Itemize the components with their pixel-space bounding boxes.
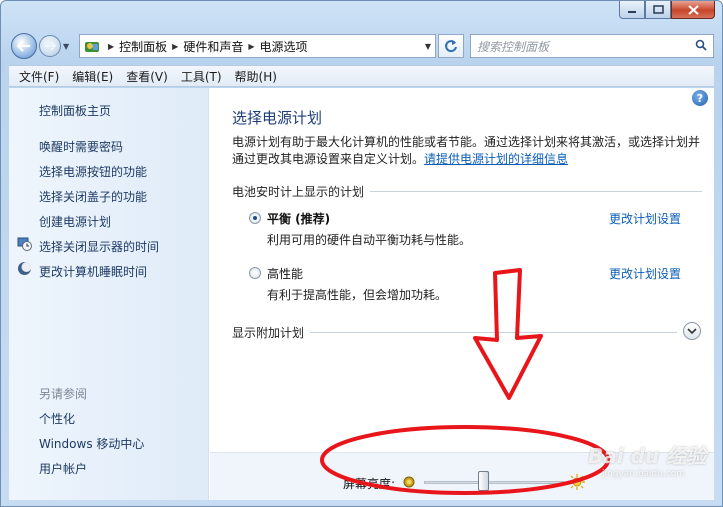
- caption-buttons: [619, 1, 715, 19]
- brightness-slider-track[interactable]: [424, 481, 564, 484]
- history-dropdown[interactable]: ▼: [63, 42, 75, 51]
- more-plans-divider: [310, 331, 677, 333]
- plan-high-performance-name[interactable]: 高性能: [267, 265, 303, 282]
- content-area: 控制面板主页 唤醒时需要密码 选择电源按钮的功能 选择关闭盖子的功能 创建电源计…: [9, 88, 714, 500]
- breadcrumb-hardware-sound[interactable]: 硬件和声音: [183, 38, 243, 55]
- page-description: 电源计划有助于最大化计算机的性能或者节能。通过选择计划来将其激活，或选择计划并通…: [232, 134, 707, 168]
- moon-icon: [18, 262, 32, 275]
- close-icon: [687, 4, 699, 15]
- expand-more-plans-button[interactable]: [683, 322, 701, 340]
- forward-button[interactable]: [39, 35, 61, 57]
- dim-sun-icon: [403, 476, 415, 488]
- plan-balanced-name[interactable]: 平衡 (推荐): [267, 210, 330, 227]
- monitor-clock-icon: [17, 237, 32, 251]
- minimize-button[interactable]: [619, 1, 645, 19]
- plan-balanced-desc: 利用可用的硬件自动平衡功耗与性能。: [267, 233, 472, 247]
- breadcrumb-separator[interactable]: ▶: [172, 42, 178, 51]
- section-divider: [370, 190, 702, 192]
- plans-section-label: 电池安时计上显示的计划: [232, 184, 365, 199]
- chevron-down-icon: [687, 327, 697, 334]
- menu-tools[interactable]: 工具(T): [174, 68, 228, 85]
- sidebar-item-close-lid[interactable]: 选择关闭盖子的功能: [39, 188, 147, 205]
- refresh-icon: [445, 40, 457, 53]
- plan-balanced-change-link[interactable]: 更改计划设置: [609, 210, 681, 227]
- plans-section-header: 电池安时计上显示的计划: [232, 183, 702, 199]
- brightness-label: 屏幕亮度:: [343, 477, 396, 491]
- sidebar-item-power-button[interactable]: 选择电源按钮的功能: [39, 163, 147, 180]
- window-frame: ▼ ▶ 控制面板 ▶ 硬件和声音 ▶ 电源选项 ▼ 搜索控制面板 文件(F) 编…: [0, 0, 723, 507]
- plan-details-link[interactable]: 请提供电源计划的详细信息: [424, 152, 568, 166]
- task-sidebar: 控制面板主页 唤醒时需要密码 选择电源按钮的功能 选择关闭盖子的功能 创建电源计…: [9, 88, 209, 500]
- menu-help[interactable]: 帮助(H): [228, 68, 283, 85]
- sidebar-item-create-plan[interactable]: 创建电源计划: [39, 213, 111, 230]
- plan-high-performance-change-link[interactable]: 更改计划设置: [609, 265, 681, 282]
- search-icon[interactable]: [695, 39, 707, 51]
- forward-arrow-icon: [45, 41, 56, 51]
- help-icon[interactable]: ?: [692, 90, 708, 106]
- main-panel: ? 选择电源计划 电源计划有助于最大化计算机的性能或者节能。通过选择计划来将其激…: [210, 88, 714, 500]
- breadcrumb-separator[interactable]: ▶: [248, 42, 254, 51]
- page-title: 选择电源计划: [232, 109, 323, 127]
- breadcrumb-control-panel[interactable]: 控制面板: [119, 38, 167, 55]
- more-plans-label[interactable]: 显示附加计划: [232, 324, 310, 341]
- brightness-bar: 屏幕亮度:: [210, 452, 714, 500]
- sidebar-control-panel-home[interactable]: 控制面板主页: [39, 102, 111, 119]
- navigation-bar: ▼ ▶ 控制面板 ▶ 硬件和声音 ▶ 电源选项 ▼ 搜索控制面板: [11, 31, 714, 61]
- plan-high-performance-radio[interactable]: [249, 267, 261, 279]
- address-dropdown-icon[interactable]: ▼: [425, 42, 431, 51]
- control-panel-icon: [85, 42, 99, 52]
- search-placeholder: 搜索控制面板: [477, 39, 550, 54]
- back-button[interactable]: [11, 33, 37, 59]
- search-box[interactable]: 搜索控制面板: [470, 34, 714, 58]
- minimize-icon: [628, 10, 636, 13]
- sidebar-item-display-off[interactable]: 选择关闭显示器的时间: [39, 238, 159, 255]
- plan-balanced-radio[interactable]: [249, 212, 261, 224]
- more-plans-header[interactable]: 显示附加计划: [232, 324, 677, 340]
- menu-view[interactable]: 查看(V): [119, 68, 174, 85]
- menu-file[interactable]: 文件(F): [12, 68, 65, 85]
- maximize-icon: [652, 5, 664, 14]
- breadcrumb-separator: ▶: [108, 41, 115, 51]
- maximize-button[interactable]: [645, 1, 671, 19]
- see-also-user-accounts[interactable]: 用户帐户: [39, 460, 87, 477]
- address-bar[interactable]: ▶ 控制面板 ▶ 硬件和声音 ▶ 电源选项 ▼: [79, 34, 436, 58]
- refresh-button[interactable]: [438, 34, 464, 58]
- menu-bar: 文件(F) 编辑(E) 查看(V) 工具(T) 帮助(H): [9, 65, 714, 87]
- see-also-mobility-center[interactable]: Windows 移动中心: [39, 435, 144, 452]
- sidebar-item-wake-password[interactable]: 唤醒时需要密码: [39, 138, 123, 155]
- bright-sun-icon: [569, 474, 585, 490]
- breadcrumb-power-options[interactable]: 电源选项: [260, 38, 308, 55]
- brightness-slider-thumb[interactable]: [477, 471, 489, 491]
- menu-edit[interactable]: 编辑(E): [65, 68, 119, 85]
- see-also-heading: 另请参阅: [39, 387, 88, 401]
- back-arrow-icon: [17, 40, 30, 52]
- plan-high-performance-desc: 有利于提高性能，但会增加功耗。: [267, 288, 448, 302]
- sidebar-item-sleep-time[interactable]: 更改计算机睡眠时间: [39, 263, 147, 280]
- see-also-personalize[interactable]: 个性化: [39, 410, 75, 427]
- close-button[interactable]: [671, 1, 715, 19]
